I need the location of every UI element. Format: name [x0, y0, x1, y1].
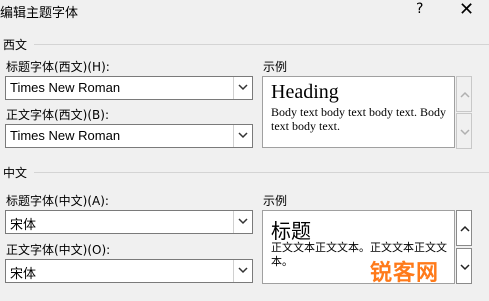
western-heading-font-label: 标题字体(西文)(H):	[6, 60, 110, 74]
chinese-body-font-label: 正文字体(中文)(O):	[6, 243, 111, 257]
chinese-sample-label: 示例	[263, 194, 288, 208]
western-body-font-label: 正文字体(西文)(B):	[6, 108, 110, 122]
western-scroll-up-button	[456, 76, 472, 112]
western-group-divider	[34, 44, 489, 45]
western-sample-preview: Heading Body text body text body text. B…	[262, 76, 455, 148]
western-sample-label: 示例	[263, 60, 288, 74]
help-button[interactable]: ?	[416, 1, 423, 17]
chinese-scroll-up-button[interactable]	[456, 210, 472, 246]
western-heading-font-value: Times New Roman	[10, 80, 121, 95]
western-scroll-down-button	[456, 113, 472, 149]
chinese-heading-font-combobox[interactable]: 宋体	[5, 210, 253, 234]
western-body-font-combobox[interactable]: Times New Roman	[5, 124, 253, 148]
chinese-body-font-value: 宋体	[10, 266, 37, 281]
chinese-sample-heading: 标题	[271, 221, 311, 243]
window-title: 编辑主题字体	[0, 6, 79, 21]
close-button[interactable]: ✕	[459, 0, 474, 20]
western-group-label: 西文	[3, 38, 28, 52]
chevron-down-icon[interactable]	[233, 211, 252, 233]
western-heading-font-combobox[interactable]: Times New Roman	[5, 76, 253, 100]
chinese-heading-font-value: 宋体	[10, 217, 37, 232]
chinese-body-font-combobox[interactable]: 宋体	[5, 259, 253, 283]
chevron-down-icon[interactable]	[233, 125, 252, 147]
chevron-down-icon[interactable]	[233, 260, 252, 282]
watermark-logo: 锐客网	[370, 261, 440, 286]
chinese-scroll-down-button[interactable]	[456, 248, 472, 284]
western-sample-body: Body text body text body text. Body text…	[271, 105, 446, 133]
chinese-heading-font-label: 标题字体(中文)(A):	[6, 194, 109, 208]
chinese-group-divider	[34, 172, 489, 173]
chinese-group-label: 中文	[3, 166, 28, 180]
chevron-down-icon[interactable]	[233, 77, 252, 99]
western-body-font-value: Times New Roman	[10, 128, 121, 143]
western-sample-heading: Heading	[271, 81, 339, 103]
